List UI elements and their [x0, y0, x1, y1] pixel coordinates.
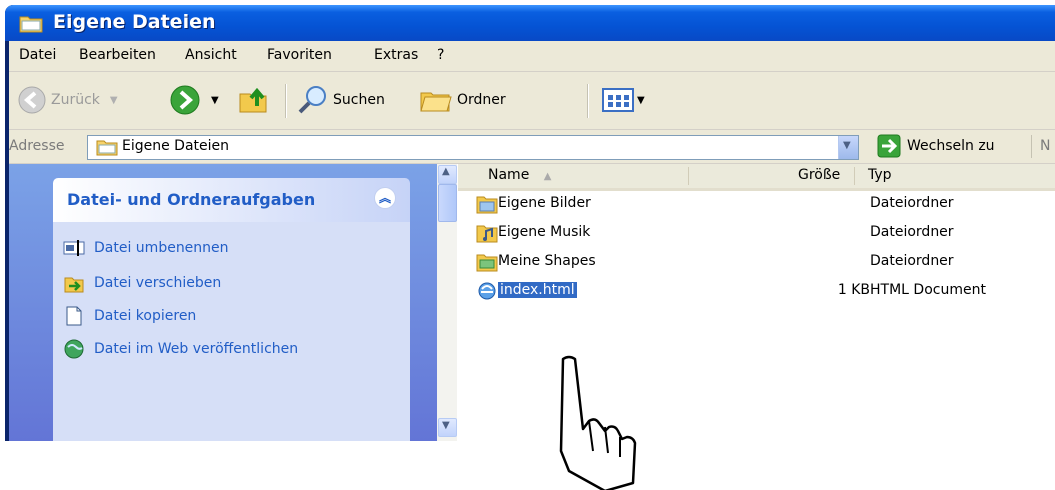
toolbar: Zurück ▼ ▼ Suchen Ordner ▼ [9, 72, 1055, 130]
folders-button[interactable]: Ordner [419, 84, 506, 116]
folder-icon [96, 140, 118, 156]
column-name[interactable]: Name ▲ [488, 167, 551, 183]
menu-ansicht[interactable]: Ansicht [185, 47, 237, 63]
file-row[interactable]: Meine Shapes Dateiordner [466, 249, 1055, 278]
address-input[interactable]: Eigene Dateien ▼ [87, 135, 859, 160]
task-copy[interactable]: Datei kopieren [63, 305, 196, 327]
explorer-window: Eigene Dateien Datei Bearbeiten Ansicht … [5, 5, 1055, 441]
forward-button[interactable]: ▼ [169, 84, 219, 116]
chevron-down-icon: ▼ [442, 420, 450, 431]
search-button[interactable]: Suchen [297, 84, 385, 116]
file-type: Dateiordner [870, 224, 954, 240]
content-area: Datei- und Ordneraufgaben ︽ Datei umbene… [9, 164, 1055, 441]
window-title: Eigene Dateien [53, 11, 216, 33]
task-panel-header[interactable]: Datei- und Ordneraufgaben ︽ [53, 178, 410, 222]
views-icon [602, 88, 634, 112]
file-name: index.html [498, 282, 577, 298]
go-button[interactable]: Wechseln zu [877, 134, 995, 158]
collapse-icon[interactable]: ︽ [374, 187, 396, 209]
menu-extras[interactable]: Extras [374, 47, 418, 63]
column-size[interactable]: Größe [798, 167, 840, 183]
file-row[interactable]: Eigene Musik Dateiordner [466, 220, 1055, 249]
toolbar-separator [587, 84, 589, 118]
menu-bearbeiten[interactable]: Bearbeiten [79, 47, 156, 63]
folder-icon [19, 16, 43, 33]
file-type: Dateiordner [870, 253, 954, 269]
file-name: Eigene Bilder [498, 195, 591, 211]
column-divider[interactable] [688, 167, 689, 185]
toolbar-separator [285, 84, 287, 118]
scroll-up-button[interactable]: ▲ [438, 165, 457, 184]
forward-arrow-icon [170, 85, 200, 115]
task-panel: Datei- und Ordneraufgaben ︽ Datei umbene… [53, 178, 410, 441]
task-panel-title: Datei- und Ordneraufgaben [67, 190, 316, 209]
menu-datei[interactable]: Datei [19, 47, 56, 63]
search-label: Suchen [333, 92, 385, 108]
column-type[interactable]: Typ [868, 167, 892, 183]
scroll-thumb[interactable] [438, 184, 457, 222]
task-pane: Datei- und Ordneraufgaben ︽ Datei umbene… [9, 164, 437, 441]
hand-pointer-cursor-icon [559, 355, 637, 490]
links-label-cut: N [1031, 135, 1050, 158]
address-dropdown-button[interactable]: ▼ [838, 136, 858, 159]
menu-help[interactable]: ? [437, 47, 444, 63]
go-arrow-icon [877, 134, 901, 158]
copy-file-icon [66, 306, 82, 326]
up-folder-icon [239, 87, 267, 113]
go-label: Wechseln zu [907, 138, 995, 154]
chevron-up-icon: ▲ [442, 166, 450, 177]
file-type: Dateiordner [870, 195, 954, 211]
globe-icon [64, 339, 84, 359]
chevron-down-icon: ▼ [843, 140, 851, 151]
up-folder-button[interactable] [237, 84, 271, 116]
folders-label: Ordner [457, 92, 506, 108]
sort-ascending-icon: ▲ [543, 171, 552, 182]
file-name: Meine Shapes [498, 253, 596, 269]
menu-bar: Datei Bearbeiten Ansicht Favoriten Extra… [9, 41, 1055, 72]
music-folder-icon [476, 225, 498, 243]
title-bar[interactable]: Eigene Dateien [5, 5, 1055, 41]
folders-icon [420, 92, 452, 112]
file-name: Eigene Musik [498, 224, 591, 240]
scroll-down-button[interactable]: ▼ [438, 418, 457, 437]
move-file-icon [64, 277, 84, 293]
back-arrow-icon [18, 86, 46, 114]
task-panel-body: Datei umbenennen Datei verschieben Datei… [53, 222, 410, 441]
task-rename[interactable]: Datei umbenennen [63, 238, 229, 258]
internet-explorer-icon [478, 282, 496, 300]
file-row-selected[interactable]: index.html 1 KB HTML Document [466, 278, 1055, 307]
file-row[interactable]: Eigene Bilder Dateiordner [466, 191, 1055, 220]
address-label: Adresse [9, 138, 65, 154]
task-publish-web[interactable]: Datei im Web veröffentlichen [63, 338, 298, 360]
views-dropdown-icon[interactable]: ▼ [637, 95, 645, 106]
back-label: Zurück [51, 92, 100, 108]
column-header-bar: Name ▲ Größe Typ [458, 164, 1055, 191]
rename-icon [63, 240, 85, 256]
window-frame: Datei Bearbeiten Ansicht Favoriten Extra… [9, 41, 1055, 441]
address-value: Eigene Dateien [122, 138, 230, 154]
pictures-folder-icon [476, 196, 498, 214]
menu-favoriten[interactable]: Favoriten [267, 47, 332, 63]
views-button[interactable]: ▼ [601, 84, 645, 116]
back-button[interactable]: Zurück ▼ [17, 84, 118, 116]
column-divider[interactable] [854, 167, 855, 185]
search-icon [298, 86, 326, 114]
forward-dropdown-icon[interactable]: ▼ [211, 95, 219, 106]
folder-icon [476, 254, 498, 272]
task-pane-scrollbar[interactable]: ▲ ▼ [437, 164, 457, 441]
task-move[interactable]: Datei verschieben [63, 272, 221, 294]
back-dropdown-icon[interactable]: ▼ [110, 95, 118, 106]
address-bar: Adresse Eigene Dateien ▼ Wechseln zu N [9, 130, 1055, 164]
file-size: 1 KB [837, 282, 870, 298]
file-type: HTML Document [870, 282, 986, 298]
